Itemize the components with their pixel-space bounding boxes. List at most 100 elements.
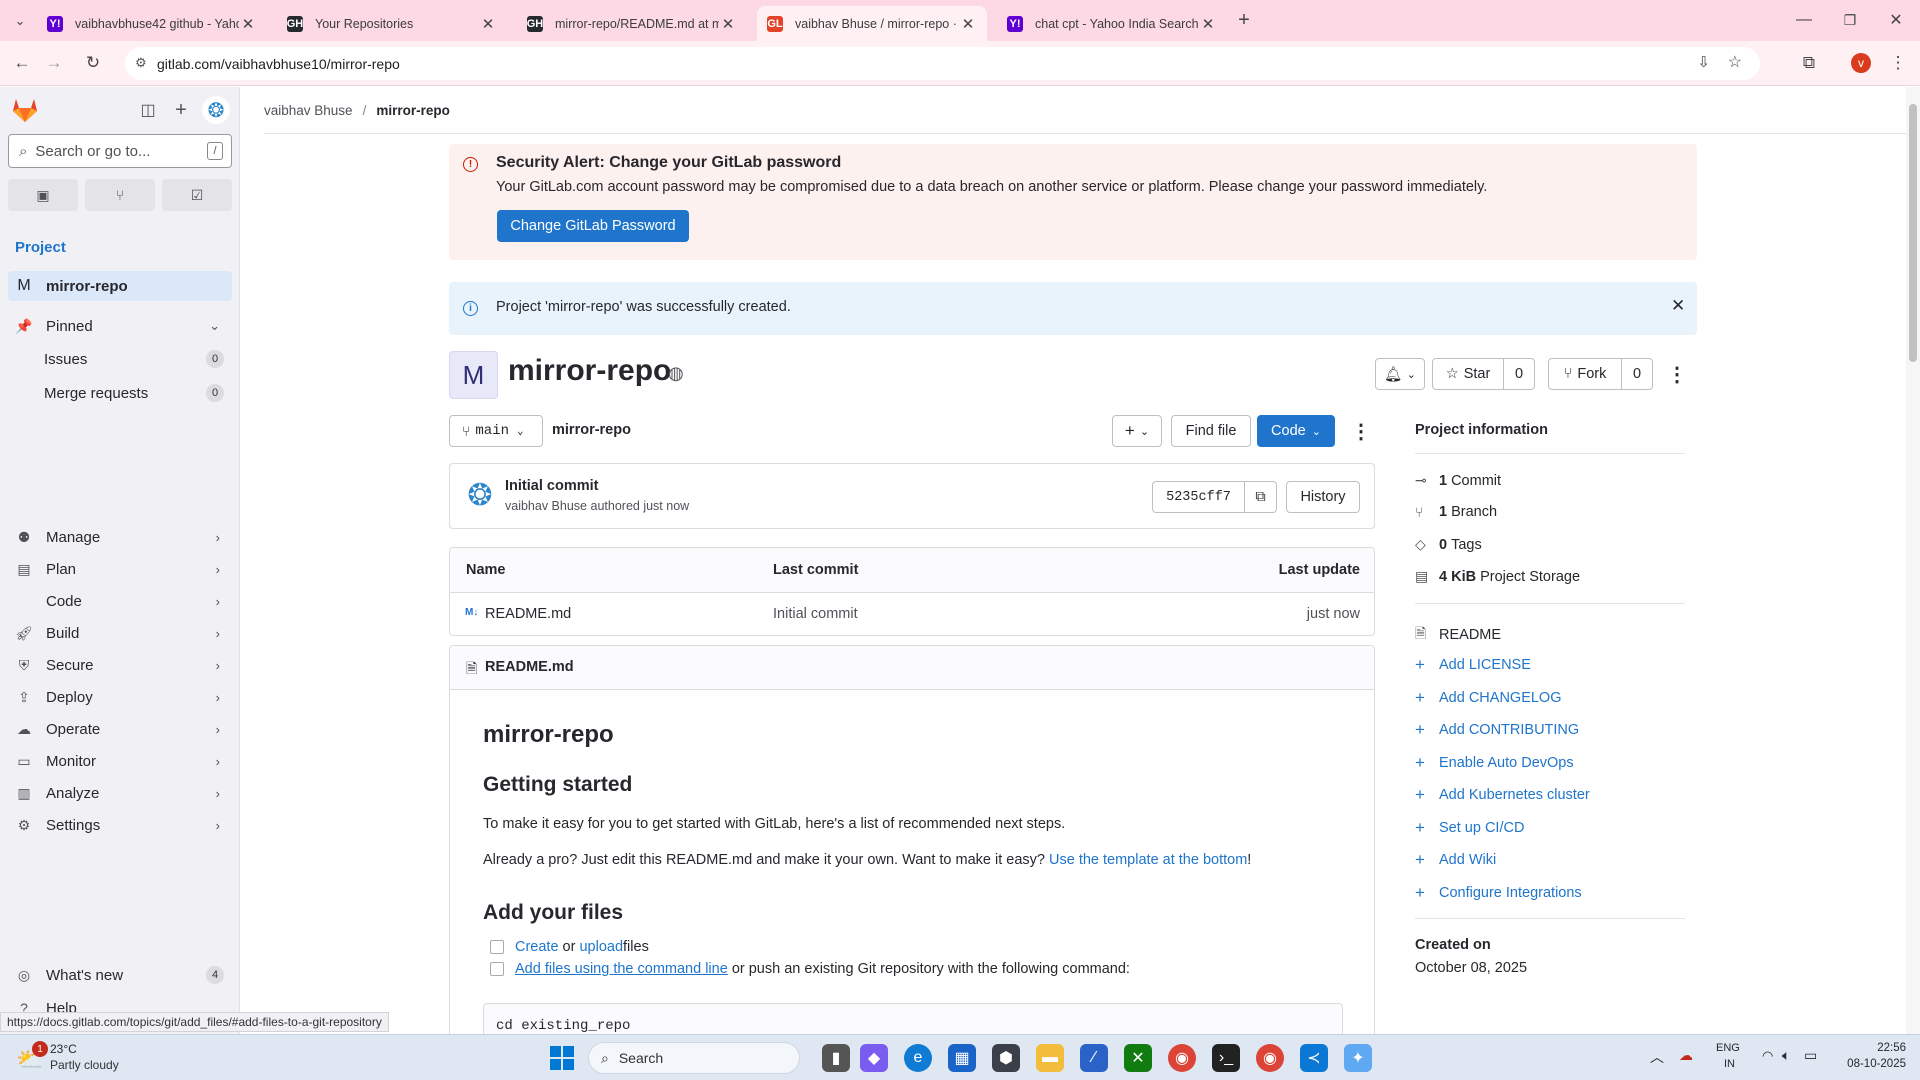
change-password-button[interactable]: Change GitLab Password	[497, 210, 689, 242]
clock-date[interactable]: 08-10-2025	[1838, 1058, 1906, 1070]
address-bar[interactable]: ⚙ gitlab.com/vaibhavbhuse10/mirror-repo …	[125, 47, 1760, 80]
fork-count[interactable]: 0	[1621, 358, 1653, 390]
command-line-link[interactable]: Add files using the command line	[515, 961, 728, 977]
todos-quick-button[interactable]: ☑	[162, 179, 232, 211]
wifi-icon[interactable]: ◠	[1762, 1048, 1773, 1064]
vscode-icon[interactable]: ≺	[1300, 1044, 1328, 1072]
sidebar-item-deploy[interactable]: ⇪ Deploy ›	[8, 683, 232, 713]
project-action-link[interactable]: + Configure Integrations	[1415, 883, 1582, 903]
project-action-link[interactable]: + Set up CI/CD	[1415, 818, 1524, 838]
project-stat-commit[interactable]: ⊸ 1 Commit	[1415, 472, 1501, 489]
scrollbar-thumb[interactable]	[1909, 104, 1917, 362]
close-tab-icon[interactable]: ✕	[719, 15, 737, 33]
minimize-icon[interactable]: —	[1790, 6, 1818, 34]
commit-title[interactable]: Initial commit	[505, 478, 598, 494]
reload-icon[interactable]: ↻	[79, 49, 107, 77]
browser-tab[interactable]: Y! chat cpt - Yahoo India Search R ✕	[997, 6, 1227, 41]
forward-icon[interactable]: →	[40, 49, 68, 77]
sidebar-item-project[interactable]: M mirror-repo	[8, 271, 232, 301]
fork-button[interactable]: ⑂ Fork	[1548, 358, 1622, 390]
sidebar-item-code[interactable]: Code ›	[8, 586, 232, 616]
create-new-icon[interactable]: +	[168, 97, 194, 123]
create-link[interactable]: Create	[515, 939, 559, 955]
commit-sha[interactable]: 5235cff7	[1152, 481, 1245, 513]
table-row[interactable]: M↓ README.md Initial commit just now	[450, 593, 1374, 635]
language-indicator[interactable]: ENG	[1716, 1042, 1740, 1054]
terminal-icon[interactable]: ›_	[1212, 1044, 1240, 1072]
file-last-commit[interactable]: Initial commit	[773, 606, 858, 622]
add-file-button[interactable]: + ⌄	[1112, 415, 1162, 447]
readme-info-link[interactable]: 🗎︎ README	[1415, 623, 1501, 647]
file-name-link[interactable]: README.md	[485, 606, 571, 622]
tray-overflow-icon[interactable]: ︿	[1650, 1047, 1664, 1067]
notifications-button[interactable]: 🔔︎ ⌄	[1375, 358, 1425, 390]
user-avatar[interactable]: ❂	[202, 96, 230, 124]
close-tab-icon[interactable]: ✕	[1199, 15, 1217, 33]
search-input[interactable]: ⌕ Search or go to... /	[8, 134, 232, 168]
copilot-icon[interactable]: ◆	[860, 1044, 888, 1072]
taskbar-search[interactable]: ⌕ Search	[588, 1042, 800, 1074]
app-icon[interactable]: ∕	[1080, 1044, 1108, 1072]
copy-sha-button[interactable]: ⧉	[1244, 481, 1277, 513]
site-info-icon[interactable]: ⚙	[135, 55, 147, 71]
extensions-icon[interactable]: ⧉	[1795, 49, 1823, 77]
sidebar-item-issues[interactable]: Issues 0	[8, 344, 232, 374]
project-action-link[interactable]: + Add Kubernetes cluster	[1415, 785, 1590, 805]
close-tab-icon[interactable]: ✕	[239, 15, 257, 33]
project-action-link[interactable]: + Add LICENSE	[1415, 655, 1531, 675]
task-checkbox[interactable]	[490, 940, 504, 954]
profile-avatar[interactable]: v	[1851, 53, 1871, 73]
project-more-actions-icon[interactable]: ⋮	[1667, 362, 1687, 387]
commit-author[interactable]: vaibhav Bhuse	[505, 499, 587, 513]
task-checkbox[interactable]	[490, 962, 504, 976]
back-icon[interactable]: ←	[8, 49, 36, 77]
tray-app-icon[interactable]: ☁	[1679, 1047, 1693, 1064]
sidebar-item-merge-requests[interactable]: Merge requests 0	[8, 378, 232, 408]
repo-path[interactable]: mirror-repo	[552, 422, 631, 438]
star-button[interactable]: ☆ Star	[1432, 358, 1504, 390]
project-action-link[interactable]: + Add CONTRIBUTING	[1415, 720, 1579, 740]
tab-search-icon[interactable]: ⌄	[6, 7, 34, 35]
history-button[interactable]: History	[1286, 481, 1360, 513]
app-icon[interactable]: ✦	[1344, 1044, 1372, 1072]
star-count[interactable]: 0	[1503, 358, 1535, 390]
upload-link[interactable]: upload	[579, 939, 623, 955]
sidebar-item-whats-new[interactable]: ◎ What's new 4	[8, 960, 232, 990]
app-icon[interactable]: ⬢	[992, 1044, 1020, 1072]
chrome-active-icon[interactable]: ◉	[1256, 1044, 1284, 1072]
issues-quick-button[interactable]: ▣	[8, 179, 78, 211]
close-tab-icon[interactable]: ✕	[479, 15, 497, 33]
sidebar-item-manage[interactable]: ⚉ Manage ›	[8, 522, 232, 552]
browser-tab[interactable]: GL vaibhav Bhuse / mirror-repo · G ✕	[757, 6, 987, 41]
restore-icon[interactable]: ❐	[1836, 6, 1864, 34]
sidebar-item-pinned[interactable]: 📌 Pinned ⌄	[8, 311, 232, 341]
browser-tab[interactable]: GH mirror-repo/README.md at ma ✕	[517, 6, 747, 41]
sidebar-item-monitor[interactable]: ▭ Monitor ›	[8, 747, 232, 777]
gitlab-logo-icon[interactable]	[11, 97, 39, 123]
sidebar-item-analyze[interactable]: ▥ Analyze ›	[8, 779, 232, 809]
repo-more-actions-icon[interactable]: ⋮	[1351, 419, 1371, 444]
page-scrollbar[interactable]	[1906, 87, 1920, 1034]
close-tab-icon[interactable]: ✕	[959, 15, 977, 33]
project-stat-branch[interactable]: ⑂ 1 Branch	[1415, 504, 1497, 520]
breadcrumb-repo[interactable]: mirror-repo	[376, 103, 450, 118]
bookmark-star-icon[interactable]: ☆	[1728, 52, 1742, 72]
sidebar-item-build[interactable]: 🚀︎ Build ›	[8, 618, 232, 648]
merge-requests-quick-button[interactable]: ⑂	[85, 179, 155, 211]
branch-selector[interactable]: ⑂ main ⌄	[449, 415, 543, 447]
template-link[interactable]: Use the template at the bottom	[1049, 852, 1247, 868]
project-action-link[interactable]: + Enable Auto DevOps	[1415, 753, 1574, 773]
project-stat-tags[interactable]: ◇ 0 Tags	[1415, 536, 1482, 553]
close-window-icon[interactable]: ✕	[1882, 6, 1910, 34]
browser-tab[interactable]: Y! vaibhavbhuse42 github - Yahoo ✕	[37, 6, 267, 41]
weather-widget[interactable]: ⛅ 1	[16, 1041, 48, 1073]
project-stat-project-storage[interactable]: ▤ 4 KiB Project Storage	[1415, 568, 1580, 585]
code-button[interactable]: Code ⌄	[1257, 415, 1335, 447]
browser-tab[interactable]: GH Your Repositories ✕	[277, 6, 507, 41]
breadcrumb-owner[interactable]: vaibhav Bhuse	[264, 103, 353, 118]
sidebar-item-secure[interactable]: ⛨ Secure ›	[8, 650, 232, 680]
readme-filename[interactable]: README.md	[485, 659, 574, 675]
chrome-icon[interactable]: ◉	[1168, 1044, 1196, 1072]
find-file-button[interactable]: Find file	[1171, 415, 1251, 447]
file-explorer-icon[interactable]: ▬	[1036, 1044, 1064, 1072]
